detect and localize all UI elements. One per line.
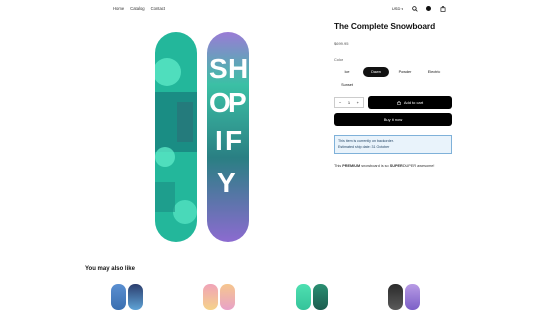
related-product-card[interactable]	[111, 284, 143, 310]
decrease-button[interactable]: −	[339, 100, 341, 105]
related-product-card[interactable]	[296, 284, 328, 310]
header-actions: USD ▾	[392, 5, 446, 12]
purchase-row: − 1 + Add to cart	[334, 96, 452, 109]
svg-text:P: P	[228, 87, 247, 118]
nav-home[interactable]: Home	[113, 6, 124, 11]
bag-icon	[397, 100, 401, 105]
related-product-image	[220, 284, 235, 310]
product-price: $699.95	[334, 41, 349, 46]
related-heading: You may also like	[85, 266, 135, 272]
related-product-card[interactable]	[388, 284, 420, 310]
quantity-value[interactable]: 1	[348, 100, 350, 105]
nav-catalog[interactable]: Catalog	[130, 6, 144, 11]
related-product-card[interactable]	[203, 284, 235, 310]
related-product-image	[128, 284, 143, 310]
color-option-dawn[interactable]: Dawn	[363, 67, 389, 77]
snowboard-teal-image	[155, 32, 197, 242]
product-description: This PREMIUM snowboard is so SUPERDUPER …	[334, 164, 435, 169]
color-options: Ice Dawn Powder Electric Sunset	[334, 67, 452, 90]
buy-now-button[interactable]: Buy it now	[334, 113, 452, 126]
svg-text:S: S	[209, 53, 228, 84]
svg-text:I: I	[215, 125, 223, 156]
svg-text:Y: Y	[217, 167, 236, 198]
main-nav: Home Catalog Contact	[113, 6, 165, 11]
product-image[interactable]: SH OP IF Y	[150, 30, 260, 245]
add-to-cart-button[interactable]: Add to cart	[368, 96, 452, 109]
related-product-image	[111, 284, 126, 310]
color-option-electric[interactable]: Electric	[421, 67, 447, 77]
related-product-image	[313, 284, 328, 310]
avatar[interactable]	[426, 6, 431, 11]
related-products	[0, 284, 542, 310]
related-product-image	[388, 284, 403, 310]
color-option-powder[interactable]: Powder	[392, 67, 418, 77]
svg-text:H: H	[228, 53, 248, 84]
related-product-image	[296, 284, 311, 310]
quantity-stepper[interactable]: − 1 +	[334, 97, 364, 108]
related-product-image	[405, 284, 420, 310]
svg-text:F: F	[225, 125, 242, 156]
color-option-sunset[interactable]: Sunset	[334, 80, 360, 90]
currency-selector[interactable]: USD ▾	[392, 6, 403, 11]
color-label: Color	[334, 58, 344, 62]
nav-contact[interactable]: Contact	[151, 6, 165, 11]
related-product-image	[203, 284, 218, 310]
increase-button[interactable]: +	[357, 100, 359, 105]
product-title: The Complete Snowboard	[334, 21, 436, 31]
color-option-ice[interactable]: Ice	[334, 67, 360, 77]
product-info: The Complete Snowboard $699.95 Color Ice…	[334, 21, 452, 168]
backorder-notice: This item is currently on backorder. Est…	[334, 135, 452, 155]
cart-icon[interactable]	[439, 5, 446, 12]
snowboard-shopify-image: SH OP IF Y	[207, 32, 249, 242]
search-icon[interactable]	[411, 5, 418, 12]
